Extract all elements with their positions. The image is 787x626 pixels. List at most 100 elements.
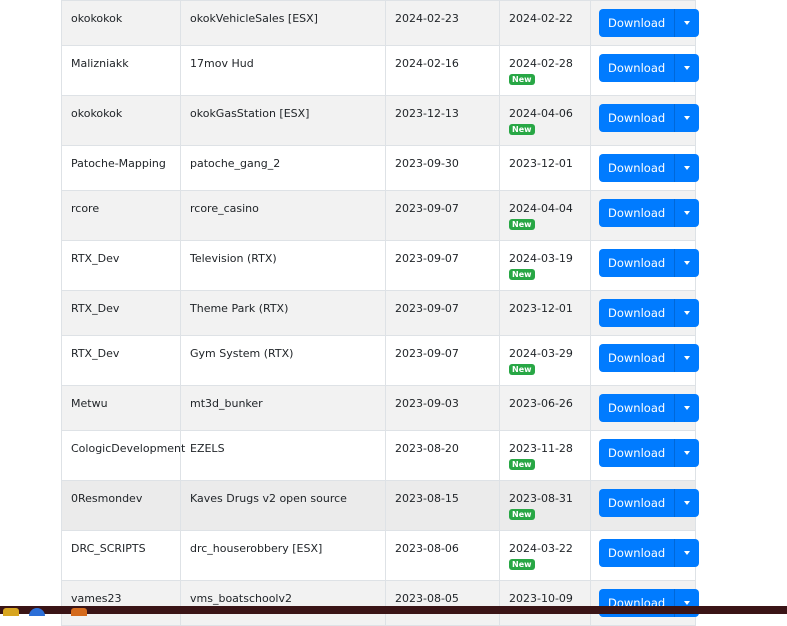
created-date-cell: 2023-09-03 xyxy=(385,385,500,431)
dropdown-caret-icon[interactable] xyxy=(675,439,699,467)
download-button[interactable]: Download xyxy=(599,104,676,132)
action-cell: Download xyxy=(590,385,700,431)
created-date-cell: 2023-09-07 xyxy=(385,190,500,241)
updated-date-cell: 2024-03-19 New xyxy=(499,240,591,291)
updated-date: 2023-12-01 xyxy=(509,302,573,315)
dropdown-caret-icon[interactable] xyxy=(675,394,699,422)
download-button-group: Download xyxy=(599,199,700,227)
dropdown-caret-icon[interactable] xyxy=(675,249,699,277)
created-date-cell: 2023-09-07 xyxy=(385,290,500,336)
updated-date: 2024-03-29 xyxy=(509,347,573,360)
updated-date-cell: 2023-06-26 xyxy=(499,385,591,431)
table-row: RTX_Dev Gym System (RTX) 2023-09-07 2024… xyxy=(61,335,700,386)
table-row: Malizniakk 17mov Hud 2024-02-16 2024-02-… xyxy=(61,45,700,96)
action-cell: Download xyxy=(590,145,700,191)
updated-date-cell: 2024-04-04 New xyxy=(499,190,591,241)
table-row: okokokok okokGasStation [ESX] 2023-12-13… xyxy=(61,95,700,146)
created-date-cell: 2023-08-05 xyxy=(385,580,500,626)
created-date-cell: 2024-02-16 xyxy=(385,45,500,96)
table-row: RTX_Dev Television (RTX) 2023-09-07 2024… xyxy=(61,240,700,291)
resource-name-cell: okokVehicleSales [ESX] xyxy=(180,0,386,46)
created-date-cell: 2023-09-30 xyxy=(385,145,500,191)
author-cell: DRC_SCRIPTS xyxy=(61,530,181,581)
dropdown-caret-icon[interactable] xyxy=(675,199,699,227)
dropdown-caret-icon[interactable] xyxy=(675,344,699,372)
action-cell: Download xyxy=(590,45,700,96)
download-button-group: Download xyxy=(599,249,700,277)
resource-table: okokokok okokVehicleSales [ESX] 2024-02-… xyxy=(61,0,700,626)
resource-name-cell: Television (RTX) xyxy=(180,240,386,291)
new-badge: New xyxy=(509,509,535,520)
download-button[interactable]: Download xyxy=(599,249,676,277)
dropdown-caret-icon[interactable] xyxy=(675,489,699,517)
author-cell: RTX_Dev xyxy=(61,240,181,291)
resource-name-cell: drc_houserobbery [ESX] xyxy=(180,530,386,581)
resource-name-cell: vms_boatschoolv2 xyxy=(180,580,386,626)
new-badge: New xyxy=(509,559,535,570)
download-button-group: Download xyxy=(599,104,700,132)
download-button[interactable]: Download xyxy=(599,154,676,182)
action-cell: Download xyxy=(590,335,700,386)
download-button[interactable]: Download xyxy=(599,439,676,467)
download-button-group: Download xyxy=(599,539,700,567)
updated-date: 2023-12-01 xyxy=(509,157,573,170)
action-cell: Download xyxy=(590,0,700,46)
action-cell: Download xyxy=(590,530,700,581)
table-row: CologicDevelopment EZELS 2023-08-20 2023… xyxy=(61,430,700,481)
author-cell: vames23 xyxy=(61,580,181,626)
updated-date-cell: 2023-10-09 xyxy=(499,580,591,626)
author-cell: okokokok xyxy=(61,95,181,146)
table-row: Patoche-Mapping patoche_gang_2 2023-09-3… xyxy=(61,145,700,191)
download-button[interactable]: Download xyxy=(599,299,676,327)
updated-date: 2024-04-04 xyxy=(509,202,573,215)
resource-name-cell: mt3d_bunker xyxy=(180,385,386,431)
updated-date-cell: 2024-02-22 xyxy=(499,0,591,46)
updated-date: 2023-11-28 xyxy=(509,442,573,455)
updated-date-cell: 2024-03-29 New xyxy=(499,335,591,386)
created-date-cell: 2023-09-07 xyxy=(385,240,500,291)
file-explorer-icon[interactable] xyxy=(3,608,19,616)
table-row: okokokok okokVehicleSales [ESX] 2024-02-… xyxy=(61,0,700,46)
action-cell: Download xyxy=(590,190,700,241)
dropdown-caret-icon[interactable] xyxy=(675,104,699,132)
action-cell: Download xyxy=(590,580,700,626)
download-button[interactable]: Download xyxy=(599,394,676,422)
app-icon[interactable] xyxy=(71,608,87,616)
resource-table-container: okokokok okokVehicleSales [ESX] 2024-02-… xyxy=(61,0,700,626)
table-row: Metwu mt3d_bunker 2023-09-03 2023-06-26 … xyxy=(61,385,700,431)
author-cell: rcore xyxy=(61,190,181,241)
updated-date-cell: 2024-03-22 New xyxy=(499,530,591,581)
created-date-cell: 2023-08-15 xyxy=(385,480,500,531)
new-badge: New xyxy=(509,124,535,135)
dropdown-caret-icon[interactable] xyxy=(675,54,699,82)
download-button[interactable]: Download xyxy=(599,489,676,517)
resource-name-cell: okokGasStation [ESX] xyxy=(180,95,386,146)
action-cell: Download xyxy=(590,290,700,336)
download-button-group: Download xyxy=(599,154,700,182)
resource-name-cell: Kaves Drugs v2 open source xyxy=(180,480,386,531)
action-cell: Download xyxy=(590,95,700,146)
table-row: vames23 vms_boatschoolv2 2023-08-05 2023… xyxy=(61,580,700,626)
resource-name-cell: patoche_gang_2 xyxy=(180,145,386,191)
dropdown-caret-icon[interactable] xyxy=(675,299,699,327)
updated-date: 2023-06-26 xyxy=(509,397,573,410)
dropdown-caret-icon[interactable] xyxy=(675,9,699,37)
download-button[interactable]: Download xyxy=(599,344,676,372)
download-button[interactable]: Download xyxy=(599,9,676,37)
resource-name-cell: Gym System (RTX) xyxy=(180,335,386,386)
new-badge: New xyxy=(509,459,535,470)
action-cell: Download xyxy=(590,480,700,531)
updated-date-cell: 2023-08-31 New xyxy=(499,480,591,531)
updated-date: 2024-04-06 xyxy=(509,107,573,120)
table-row: RTX_Dev Theme Park (RTX) 2023-09-07 2023… xyxy=(61,290,700,336)
download-button-group: Download xyxy=(599,344,700,372)
created-date-cell: 2024-02-23 xyxy=(385,0,500,46)
download-button[interactable]: Download xyxy=(599,199,676,227)
dropdown-caret-icon[interactable] xyxy=(675,539,699,567)
download-button[interactable]: Download xyxy=(599,539,676,567)
download-button-group: Download xyxy=(599,394,700,422)
dropdown-caret-icon[interactable] xyxy=(675,154,699,182)
updated-date-cell: 2023-12-01 xyxy=(499,145,591,191)
resource-name-cell: Theme Park (RTX) xyxy=(180,290,386,336)
download-button[interactable]: Download xyxy=(599,54,676,82)
